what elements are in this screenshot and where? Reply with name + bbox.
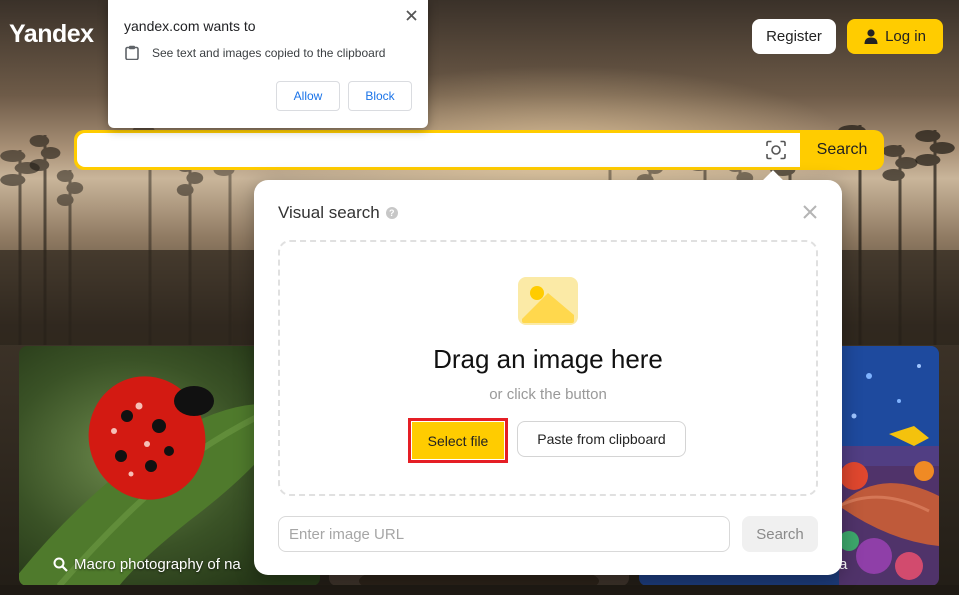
close-popup-button[interactable] bbox=[800, 202, 820, 222]
drag-subtitle: or click the button bbox=[280, 386, 816, 403]
visual-search-title: Visual search ? bbox=[278, 203, 398, 223]
search-bar: Search bbox=[74, 130, 884, 170]
select-file-button[interactable]: Select file bbox=[412, 422, 504, 459]
permission-text: See text and images copied to the clipbo… bbox=[152, 46, 385, 60]
allow-button[interactable]: Allow bbox=[276, 81, 340, 111]
permission-title: yandex.com wants to bbox=[124, 18, 256, 34]
image-url-input[interactable] bbox=[278, 516, 730, 552]
block-button[interactable]: Block bbox=[348, 81, 412, 111]
url-search-button[interactable]: Search bbox=[742, 516, 818, 552]
paste-from-clipboard-button[interactable]: Paste from clipboard bbox=[517, 421, 686, 457]
close-icon bbox=[406, 10, 417, 21]
yandex-logo[interactable]: Yandex bbox=[9, 20, 94, 49]
card-caption: Macro photography of na bbox=[53, 556, 241, 573]
visual-search-title-text: Visual search bbox=[278, 203, 380, 223]
clipboard-permission-prompt: yandex.com wants to See text and images … bbox=[108, 0, 428, 128]
permission-close-button[interactable] bbox=[400, 4, 422, 26]
visual-search-popup: Visual search ? Drag an image here or cl… bbox=[254, 180, 842, 575]
permission-row: See text and images copied to the clipbo… bbox=[125, 45, 385, 60]
visual-search-camera-icon bbox=[765, 140, 787, 160]
image-placeholder-icon bbox=[518, 277, 578, 325]
search-button[interactable]: Search bbox=[800, 130, 884, 170]
user-icon bbox=[864, 29, 878, 44]
register-button[interactable]: Register bbox=[752, 19, 836, 54]
bottom-strip bbox=[0, 585, 959, 595]
help-icon[interactable]: ? bbox=[386, 207, 398, 219]
login-label: Log in bbox=[885, 28, 926, 45]
drag-title: Drag an image here bbox=[280, 344, 816, 375]
close-icon bbox=[803, 205, 817, 219]
image-dropzone[interactable]: Drag an image here or click the button S… bbox=[278, 240, 818, 496]
card-caption-text: Macro photography of na bbox=[74, 556, 241, 573]
clipboard-icon bbox=[125, 45, 139, 60]
login-button[interactable]: Log in bbox=[847, 19, 943, 54]
search-icon bbox=[53, 557, 68, 572]
visual-search-button[interactable] bbox=[760, 137, 792, 163]
search-input[interactable] bbox=[77, 133, 800, 167]
